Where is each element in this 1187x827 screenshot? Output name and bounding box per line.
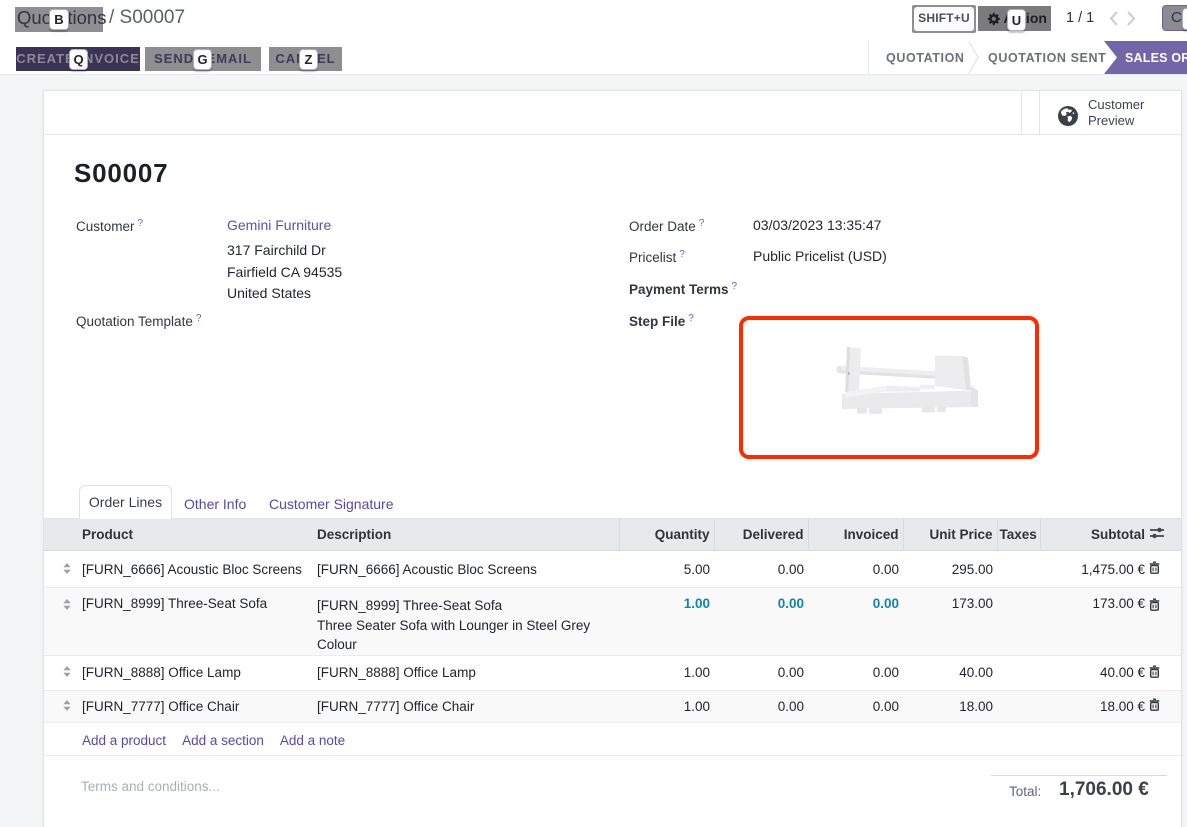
svg-text:SALES ORD: SALES ORD bbox=[1125, 51, 1187, 65]
svg-text:QUOTATION SENT: QUOTATION SENT bbox=[988, 51, 1106, 65]
svg-text:QUOTATION: QUOTATION bbox=[886, 51, 965, 65]
